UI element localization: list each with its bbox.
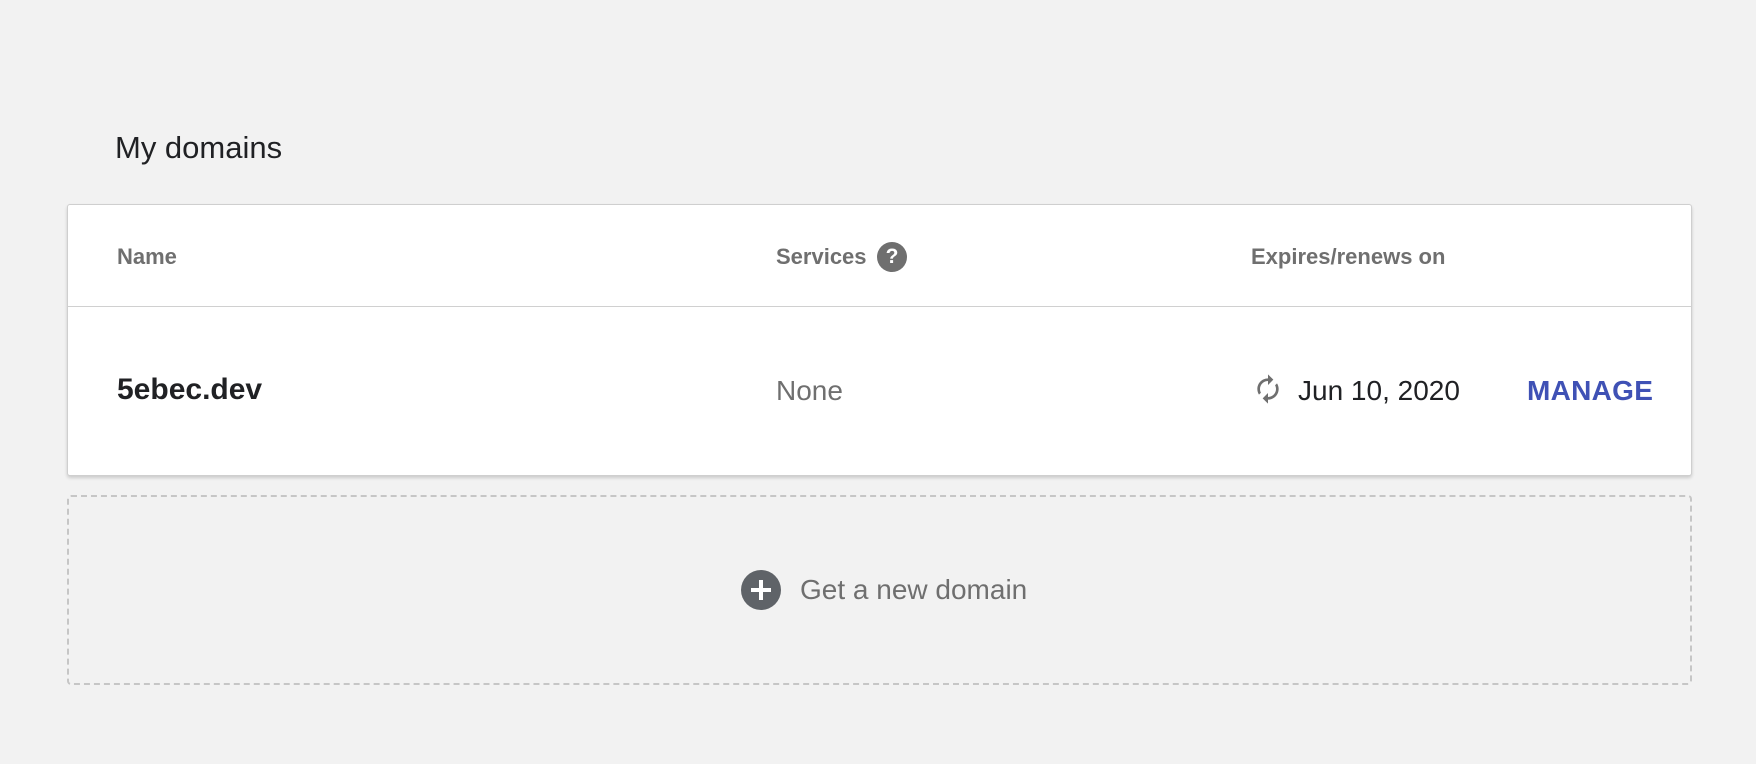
domains-table: Name Services ? Expires/renews on 5ebec.… <box>67 204 1692 476</box>
manage-button[interactable]: MANAGE <box>1527 374 1653 408</box>
domain-name: 5ebec.dev <box>117 373 263 406</box>
autorenew-icon <box>1257 374 1279 404</box>
get-new-domain-label: Get a new domain <box>800 574 1028 605</box>
expiry-date: Jun 10, 2020 <box>1298 375 1460 406</box>
page-title: My domains <box>115 130 283 165</box>
table-row: 5ebec.dev None Jun 10, 2020 MANAGE <box>68 307 1691 475</box>
column-header-services: Services <box>776 244 867 269</box>
table-header: Name Services ? Expires/renews on <box>68 205 1691 307</box>
column-header-expires: Expires/renews on <box>1251 244 1446 269</box>
column-header-name: Name <box>117 244 177 269</box>
plus-circle-icon <box>741 570 781 610</box>
get-new-domain-button[interactable]: Get a new domain <box>67 495 1692 685</box>
domains-page: My domains Name Services ? Expires/renew… <box>0 0 1756 764</box>
services-value: None <box>776 375 843 406</box>
help-icon[interactable]: ? <box>877 242 907 272</box>
